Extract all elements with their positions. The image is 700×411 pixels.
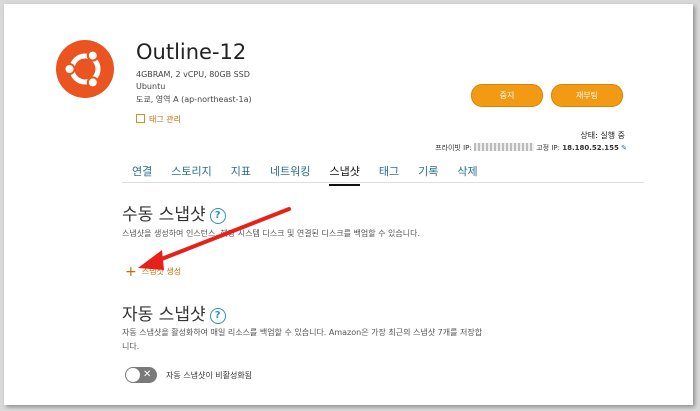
instance-panel: Outline-12 4GBRAM, 2 vCPU, 80GB SSD Ubun… bbox=[4, 4, 693, 405]
annotation-arrow-icon bbox=[138, 207, 291, 270]
